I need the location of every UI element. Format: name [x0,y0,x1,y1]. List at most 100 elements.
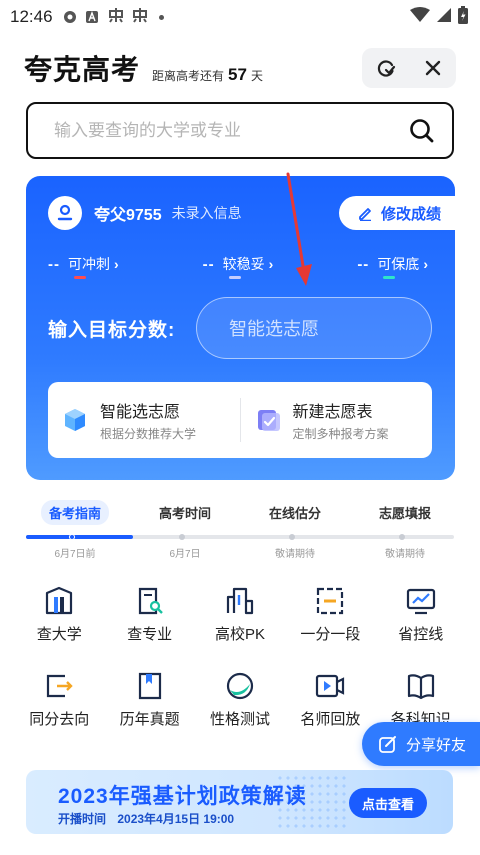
status-time: 12:46 [10,7,53,26]
timeline-date: 6月7日前 [54,549,96,560]
tab-label: 在线估分 [268,506,321,521]
app-notification-icon [107,7,125,27]
signal-icon [436,7,452,28]
timeline-date: 敬请期待 [385,549,425,560]
level-stable[interactable]: -- 较稳妥 › [202,254,274,279]
grid-item-major[interactable]: 查专业 [104,585,194,644]
timeline-dates: 6月7日前 6月7日 敬请期待 敬请期待 [20,545,460,560]
level-value: -- [357,255,370,273]
banner-time: 开播时间 2023年4月15日 19:00 [58,810,234,827]
video-replay-icon [316,674,345,698]
exam-countdown: 距离高考还有 57 天 [152,65,263,85]
level-color-bar [74,276,86,279]
feature-title: 智能选志愿 [100,404,181,421]
chevron-right-icon: › [114,256,119,272]
timeline-track [26,534,454,540]
personality-test-icon [226,672,254,700]
a-notification-icon [85,10,99,24]
wifi-icon [410,6,430,28]
tab-score-estimate[interactable]: 在线估分 [240,500,350,525]
feature-title: 新建志愿表 [292,404,373,421]
grid-item-past-exams[interactable]: 历年真题 [104,670,194,729]
grid-item-video-replay[interactable]: 名师回放 [285,670,375,729]
grid-item-score-segment[interactable]: 一分一段 [285,585,375,644]
timeline-dot [69,534,75,540]
tab-exam-guide[interactable]: 备考指南 [20,500,130,525]
grid-item-pk[interactable]: 高校PK [195,585,285,644]
timeline-date: 6月7日 [169,549,201,560]
countdown-days: 57 [228,65,247,84]
countdown-prefix: 距离高考还有 [152,69,225,83]
circle-notification-icon [63,10,77,24]
countdown-suffix: 天 [250,69,263,83]
level-value: -- [48,255,60,273]
tab-application[interactable]: 志愿填报 [350,500,460,525]
tab-label: 高考时间 [158,506,211,521]
college-pk-icon [226,587,254,615]
timeline-dot [399,534,405,540]
refresh-button[interactable] [371,53,401,83]
close-button[interactable] [418,53,448,83]
target-score-placeholder: 智能选志愿 [229,319,319,339]
level-reach[interactable]: -- 可冲刺 › [48,254,119,279]
grid-item-university[interactable]: 查大学 [14,585,104,644]
grid-label: 查大学 [36,626,82,643]
grid-label: 省控线 [398,626,444,643]
banner-view-button[interactable]: 点击查看 [349,788,427,818]
level-row: -- 可冲刺 › -- 较稳妥 › -- 可保底 › [48,254,428,279]
timeline-date: 敬请期待 [275,549,315,560]
header: 夸克高考 距离高考还有 57 天 [24,46,456,90]
edit-score-label: 修改成绩 [381,205,442,223]
search-bar[interactable] [26,102,454,159]
app-notification-icon [131,7,149,27]
user-name: 夸父9755 [94,207,162,224]
level-label: 较稳妥 [222,256,265,272]
status-right [410,5,468,29]
grid-item-subject-knowledge[interactable]: 各科知识 [376,670,466,729]
timeline-dot [289,534,295,540]
app-title: 夸克高考 [24,54,141,85]
grid-item-same-score[interactable]: 同分去向 [14,670,104,729]
cube-icon [65,409,85,431]
share-edit-icon [379,736,396,753]
new-application-button[interactable]: 新建志愿表 定制多种报考方案 [241,398,433,442]
search-input[interactable] [54,120,408,141]
major-search-icon [138,587,163,615]
tab-exam-time[interactable]: 高考时间 [130,500,240,525]
search-icon[interactable] [408,117,436,145]
grid-label: 查专业 [127,626,173,643]
user-row: 夸父9755 未录入信息 [48,196,242,230]
refresh-icon [377,60,395,77]
grid-label: 历年真题 [119,711,180,728]
timeline-dot [179,534,185,540]
smart-choice-button[interactable]: 智能选志愿 根据分数推荐大学 [48,398,240,442]
grid-item-province-line[interactable]: 省控线 [376,585,466,644]
grid-label: 同分去向 [29,711,90,728]
avatar[interactable] [48,196,82,230]
battery-icon [458,5,468,29]
grid-item-personality[interactable]: 性格测试 [195,670,285,729]
target-score-input[interactable]: 智能选志愿 [196,297,432,359]
level-value: -- [202,255,215,273]
share-button[interactable]: 分享好友 [362,722,480,766]
promo-banner[interactable]: 2023年强基计划政策解读 开播时间 2023年4月15日 19:00 点击查看 [26,770,453,834]
chevron-right-icon: › [423,256,428,272]
chevron-right-icon: › [268,256,274,272]
pencil-icon [359,208,371,221]
dot-icon [158,14,164,20]
avatar-icon [57,204,73,221]
level-safe[interactable]: -- 可保底 › [357,254,428,279]
timeline: 备考指南 高考时间 在线估分 志愿填报 6月7日前 6月7日 敬请期待 敬请期待 [20,500,460,560]
tab-label: 备考指南 [40,500,109,525]
score-segment-icon [317,587,344,615]
edit-score-button[interactable]: 修改成绩 [339,196,455,230]
feature-desc: 根据分数推荐大学 [100,427,197,441]
share-label: 分享好友 [406,736,467,754]
province-line-icon [406,588,435,615]
banner-time-value: 2023年4月15日 19:00 [117,812,235,826]
checklist-icon [257,410,280,431]
tab-label: 志愿填报 [378,506,431,521]
banner-title: 2023年强基计划政策解读 [58,785,307,808]
banner-time-label: 开播时间 [58,812,107,826]
score-card: 夸父9755 未录入信息 修改成绩 -- 可冲刺 › -- 较稳妥 › -- 可… [26,176,455,480]
